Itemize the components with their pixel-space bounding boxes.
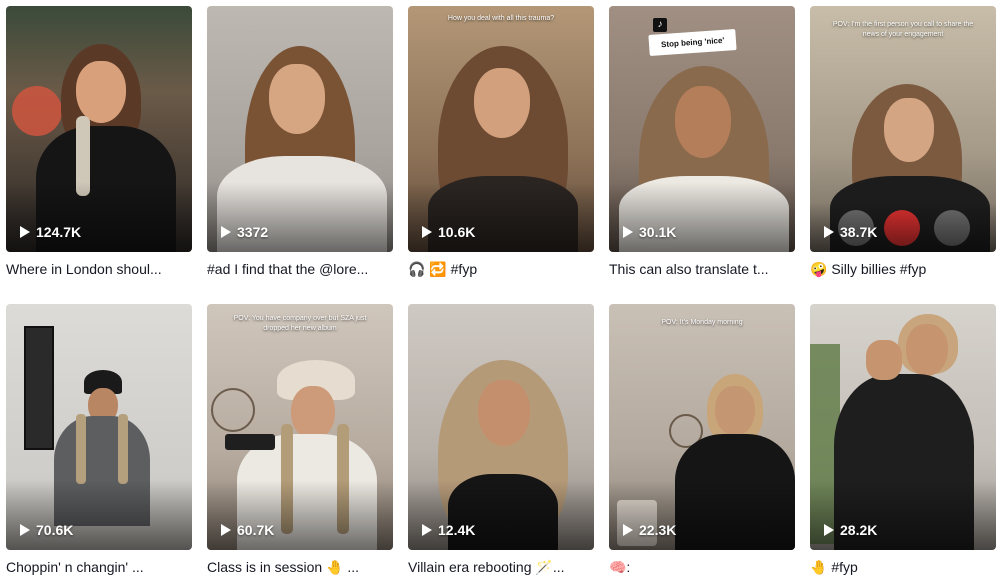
video-thumbnail[interactable]: POV: I'm the first person you call to sh… bbox=[810, 6, 996, 252]
play-icon bbox=[824, 524, 834, 536]
video-card[interactable]: 3372 #ad I find that the @lore... bbox=[207, 6, 393, 278]
video-thumbnail[interactable]: 12.4K bbox=[408, 304, 594, 550]
view-count: 10.6K bbox=[422, 224, 475, 240]
video-thumbnail[interactable]: POV: It's Monday morning 22.3K bbox=[609, 304, 795, 550]
video-thumbnail[interactable]: 28.2K bbox=[810, 304, 996, 550]
video-card[interactable]: ♪ Stop being 'nice' 30.1K This can also … bbox=[609, 6, 795, 278]
play-icon bbox=[221, 226, 231, 238]
video-card[interactable]: POV: You have company over but SZA just … bbox=[207, 304, 393, 576]
video-description[interactable]: Villain era rebooting 🪄... bbox=[408, 558, 594, 576]
video-thumbnail[interactable]: 124.7K bbox=[6, 6, 192, 252]
video-description[interactable]: #ad I find that the @lore... bbox=[207, 260, 393, 278]
video-overlay-text: POV: I'm the first person you call to sh… bbox=[832, 21, 974, 38]
video-thumbnail[interactable]: POV: You have company over but SZA just … bbox=[207, 304, 393, 550]
video-card[interactable]: 12.4K Villain era rebooting 🪄... bbox=[408, 304, 594, 576]
video-card[interactable]: POV: It's Monday morning 22.3K 🧠: bbox=[609, 304, 795, 576]
view-count: 12.4K bbox=[422, 522, 475, 538]
video-description[interactable]: Class is in session 🤚 ... bbox=[207, 558, 393, 576]
video-description[interactable]: Choppin' n changin' ... bbox=[6, 558, 192, 576]
view-count: 30.1K bbox=[623, 224, 676, 240]
play-icon bbox=[221, 524, 231, 536]
video-thumbnail[interactable]: How you deal with all this trauma? 10.6K bbox=[408, 6, 594, 252]
play-icon bbox=[20, 524, 30, 536]
play-icon bbox=[422, 524, 432, 536]
video-card[interactable]: POV: I'm the first person you call to sh… bbox=[810, 6, 996, 278]
view-count: 22.3K bbox=[623, 522, 676, 538]
play-icon bbox=[623, 524, 633, 536]
play-icon bbox=[824, 226, 834, 238]
video-description[interactable]: 🧠: bbox=[609, 558, 795, 576]
view-count: 60.7K bbox=[221, 522, 274, 538]
video-thumbnail[interactable]: 70.6K bbox=[6, 304, 192, 550]
view-count: 38.7K bbox=[824, 224, 877, 240]
video-thumbnail[interactable]: 3372 bbox=[207, 6, 393, 252]
video-description[interactable]: 🤚 #fyp bbox=[810, 558, 996, 576]
view-count: 124.7K bbox=[20, 224, 81, 240]
video-description[interactable]: 🎧 🔁 #fyp bbox=[408, 260, 594, 278]
view-count: 70.6K bbox=[20, 522, 73, 538]
play-icon bbox=[422, 226, 432, 238]
video-thumbnail[interactable]: ♪ Stop being 'nice' 30.1K bbox=[609, 6, 795, 252]
tiktok-logo-icon: ♪ bbox=[653, 18, 667, 32]
video-card[interactable]: 124.7K Where in London shoul... bbox=[6, 6, 192, 278]
video-card[interactable]: 28.2K 🤚 #fyp bbox=[810, 304, 996, 576]
play-icon bbox=[20, 226, 30, 238]
video-overlay-text: POV: You have company over but SZA just … bbox=[233, 315, 367, 332]
view-count: 3372 bbox=[221, 224, 268, 240]
video-overlay-text: How you deal with all this trauma? bbox=[447, 15, 555, 22]
play-icon bbox=[623, 226, 633, 238]
video-description[interactable]: This can also translate t... bbox=[609, 260, 795, 278]
video-card[interactable]: How you deal with all this trauma? 10.6K… bbox=[408, 6, 594, 278]
video-card[interactable]: 70.6K Choppin' n changin' ... bbox=[6, 304, 192, 576]
video-description[interactable]: 🤪 Silly billies #fyp bbox=[810, 260, 996, 278]
video-description[interactable]: Where in London shoul... bbox=[6, 260, 192, 278]
view-count: 28.2K bbox=[824, 522, 877, 538]
video-overlay-text: POV: It's Monday morning bbox=[661, 319, 743, 326]
